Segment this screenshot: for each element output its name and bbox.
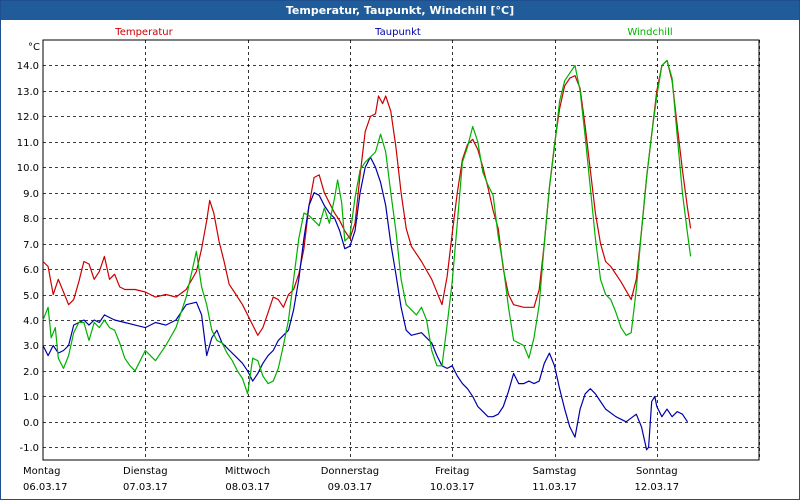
x-tick-date-label: 09.03.17 bbox=[328, 482, 373, 493]
y-tick-label: 10.0 bbox=[17, 163, 39, 174]
x-tick-day-label: Sonntag bbox=[636, 466, 678, 477]
x-tick-date-label: 12.03.17 bbox=[635, 482, 680, 493]
x-tick-date-label: 10.03.17 bbox=[430, 482, 475, 493]
y-tick-label: 0.0 bbox=[23, 418, 39, 429]
plot-frame bbox=[42, 39, 760, 461]
y-tick-label: 14.0 bbox=[17, 61, 39, 72]
x-tick-date-label: 08.03.17 bbox=[225, 482, 270, 493]
y-tick-label: 11.0 bbox=[17, 138, 39, 149]
y-tick-label: 12.0 bbox=[17, 112, 39, 123]
x-tick-day-label: Freitag bbox=[435, 466, 469, 477]
legend-label-temperatur: Temperatur bbox=[114, 27, 173, 38]
chart-area: -1.0 0.0 1.0 2.0 3.0 4.0 5.0 6.0 7.0 8.0 9.0 10.0 11… bbox=[17, 27, 760, 493]
x-tick-day-label: Mittwoch bbox=[225, 466, 270, 477]
x-tick-day-label: Dienstag bbox=[123, 466, 168, 477]
y-axis-label: °C bbox=[28, 42, 40, 53]
y-tick-label: 2.0 bbox=[23, 367, 39, 378]
y-tick-label: -1.0 bbox=[19, 443, 39, 454]
y-tick-label: 6.0 bbox=[23, 265, 39, 276]
window-title: Temperatur, Taupunkt, Windchill [°C] bbox=[1, 1, 799, 20]
legend-label-windchill: Windchill bbox=[627, 27, 672, 38]
series-line-temperatur bbox=[42, 59, 692, 336]
x-tick-date-label: 11.03.17 bbox=[532, 482, 577, 493]
y-tick-label: 1.0 bbox=[23, 392, 39, 403]
chart-window: Temperatur, Taupunkt, Windchill [°C] -1.… bbox=[0, 0, 800, 500]
y-tick-label: 13.0 bbox=[17, 87, 39, 98]
legend-label-taupunkt: Taupunkt bbox=[374, 27, 421, 38]
y-tick-label: 7.0 bbox=[23, 240, 39, 251]
series-line-taupunkt bbox=[42, 156, 688, 451]
x-tick-date-label: 07.03.17 bbox=[123, 482, 168, 493]
grid bbox=[42, 39, 760, 461]
x-tick-day-label: Montag bbox=[23, 466, 60, 477]
y-tick-label: 4.0 bbox=[23, 316, 39, 327]
x-tick-day-label: Samstag bbox=[533, 466, 577, 477]
axes: -1.0 0.0 1.0 2.0 3.0 4.0 5.0 6.0 7.0 8.0 9.0 10.0 11… bbox=[17, 42, 679, 493]
legend: Temperatur Taupunkt Windchill bbox=[114, 27, 672, 38]
x-tick-date-label: 06.03.17 bbox=[23, 482, 68, 493]
y-tick-label: 5.0 bbox=[23, 291, 39, 302]
series bbox=[42, 59, 692, 451]
x-tick-day-label: Donnerstag bbox=[321, 466, 379, 477]
y-tick-label: 9.0 bbox=[23, 189, 39, 200]
y-tick-label: 3.0 bbox=[23, 341, 39, 352]
y-tick-label: 8.0 bbox=[23, 214, 39, 225]
series-line-windchill bbox=[42, 59, 692, 395]
